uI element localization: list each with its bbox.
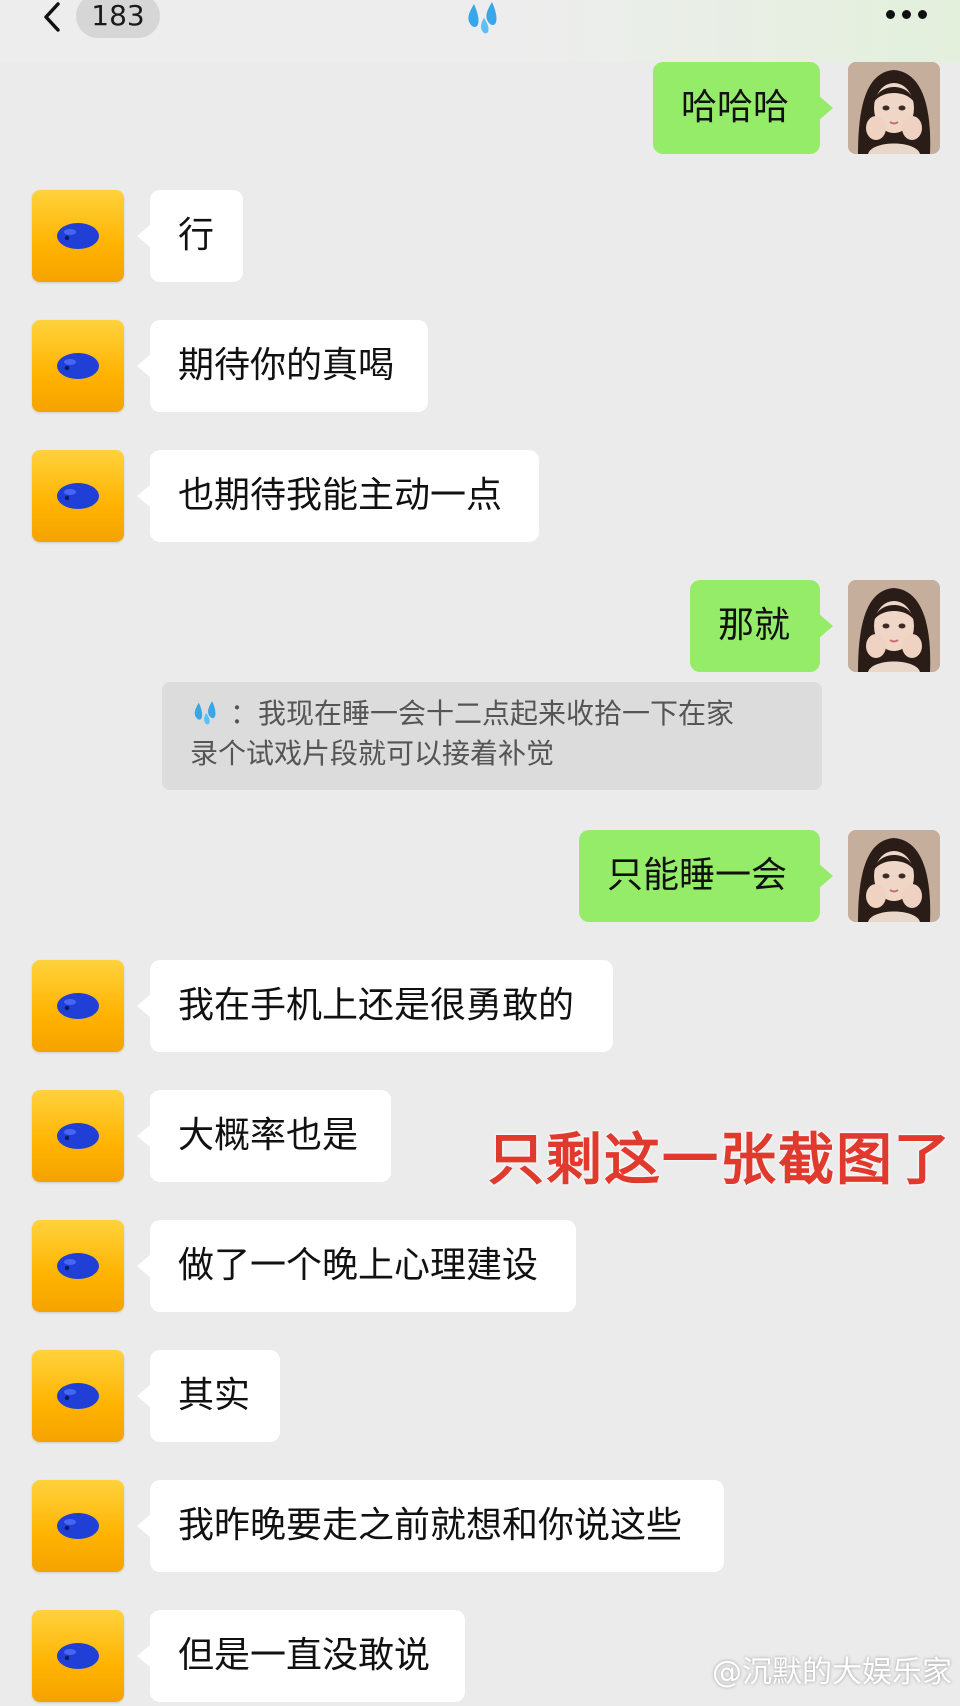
contact-avatar[interactable] (32, 1480, 124, 1572)
bubble-tail (819, 614, 833, 638)
contact-avatar[interactable] (32, 1350, 124, 1442)
overlay-caption: 只剩这一张截图了 (488, 1128, 952, 1193)
bubble-tail (137, 1254, 151, 1278)
bubble-tail (137, 1514, 151, 1538)
contact-avatar[interactable] (32, 1220, 124, 1312)
incoming-message-bubble[interactable]: 其实 (150, 1350, 280, 1442)
bubble-tail (819, 96, 833, 120)
sweat-droplets-icon (468, 2, 497, 34)
incoming-message-bubble[interactable]: 大概率也是 (150, 1090, 391, 1182)
outgoing-message-bubble[interactable]: 只能睡一会 (579, 830, 820, 922)
incoming-message-bubble[interactable]: 我昨晚要走之前就想和你说这些 (150, 1480, 724, 1572)
bubble-tail (137, 224, 151, 248)
more-options-icon[interactable] (884, 2, 930, 26)
bubble-tail (137, 1644, 151, 1668)
my-avatar[interactable] (848, 580, 940, 672)
incoming-message-bubble[interactable]: 期待你的真喝 (150, 320, 428, 412)
my-avatar[interactable] (848, 830, 940, 922)
outgoing-message-bubble[interactable]: 哈哈哈 (653, 62, 820, 154)
quote-line-1: 我现在睡一会十二点起来收拾一下在家 (258, 697, 735, 730)
contact-avatar[interactable] (32, 1610, 124, 1702)
sweat-droplets-icon (194, 701, 216, 725)
incoming-message-bubble[interactable]: 也期待我能主动一点 (150, 450, 539, 542)
bubble-tail (137, 484, 151, 508)
bubble-tail (819, 864, 833, 888)
my-avatar[interactable] (848, 62, 940, 154)
chat-header: 183 (0, 0, 960, 62)
bubble-tail (137, 1124, 151, 1148)
contact-avatar[interactable] (32, 320, 124, 412)
contact-avatar[interactable] (32, 1090, 124, 1182)
contact-avatar[interactable] (32, 190, 124, 282)
contact-avatar[interactable] (32, 450, 124, 542)
watermark: @沉默的大娱乐家 (712, 1655, 952, 1690)
bubble-tail (137, 1384, 151, 1408)
quote-line-2: 录个试戏片段就可以接着补觉 (190, 737, 555, 770)
bubble-tail (137, 994, 151, 1018)
incoming-message-bubble[interactable]: 我在手机上还是很勇敢的 (150, 960, 613, 1052)
bubble-tail (137, 354, 151, 378)
contact-avatar[interactable] (32, 960, 124, 1052)
incoming-message-bubble[interactable]: 行 (150, 190, 243, 282)
chevron-left-icon[interactable] (38, 2, 68, 32)
unread-count-badge[interactable]: 183 (76, 0, 160, 38)
quote-separator: ： (230, 697, 259, 730)
incoming-message-bubble[interactable]: 做了一个晚上心理建设 (150, 1220, 576, 1312)
incoming-message-bubble[interactable]: 但是一直没敢说 (150, 1610, 465, 1702)
quoted-message[interactable]: ：我现在睡一会十二点起来收拾一下在家 录个试戏片段就可以接着补觉 (162, 682, 822, 790)
outgoing-message-bubble[interactable]: 那就 (690, 580, 820, 672)
